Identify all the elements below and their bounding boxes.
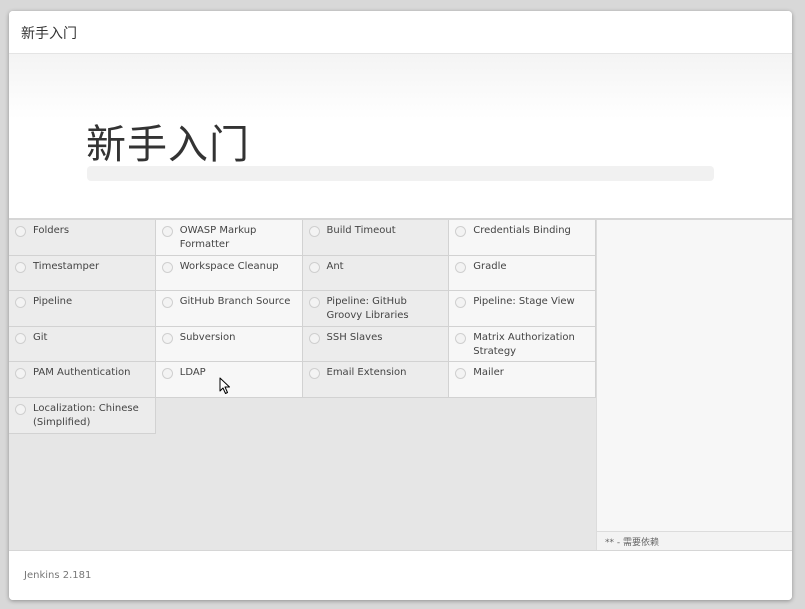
dependency-legend: ** - 需要依赖 (597, 531, 792, 550)
plugin-item[interactable]: Mailer (449, 362, 596, 398)
hero-banner: 新手入门 (9, 54, 792, 220)
page-heading: 新手入门 (86, 122, 250, 168)
plugin-name: Pipeline: GitHub Groovy Libraries (326, 296, 409, 322)
dependency-note: ** - 需要依赖 (605, 538, 659, 548)
plugin-name: Folders (33, 225, 70, 236)
plugin-item[interactable]: GitHub Branch Source (155, 291, 303, 327)
install-log-panel[interactable]: ** - 需要依赖 (596, 220, 792, 550)
plugin-status-icon (15, 261, 26, 273)
plugin-item[interactable]: Ant (302, 255, 450, 292)
jenkins-version: Jenkins 2.181 (24, 570, 92, 581)
plugin-status-icon (455, 261, 467, 273)
plugin-status-icon (308, 226, 320, 237)
plugin-status-icon (308, 332, 320, 344)
plugin-list-area: Folders OWASP Markup Formatter Build Timeo… (9, 220, 596, 550)
plugin-item[interactable]: Subversion (155, 326, 303, 363)
footer: Jenkins 2.181 (9, 550, 792, 600)
plugin-install-content: Folders OWASP Markup Formatter Build Timeo… (9, 220, 792, 550)
plugin-item[interactable]: Pipeline (9, 291, 156, 327)
plugin-status-icon (455, 297, 467, 309)
plugin-status-icon (161, 332, 173, 344)
plugin-name: SSH Slaves (326, 331, 383, 343)
plugin-item[interactable]: Pipeline: Stage View (449, 291, 596, 327)
window-title: 新手入门 (21, 26, 77, 42)
plugin-status-icon (455, 226, 467, 237)
plugin-status-icon (308, 368, 320, 380)
plugin-item[interactable]: OWASP Markup Formatter (155, 220, 303, 256)
plugin-name: PAM Authentication (33, 367, 131, 379)
plugin-name: Pipeline (33, 296, 73, 308)
plugin-name: Build Timeout (326, 225, 396, 236)
plugin-name: Pipeline: Stage View (473, 296, 575, 308)
plugin-status-icon (161, 297, 173, 309)
plugin-name: Subversion (179, 331, 236, 343)
plugin-status-icon (15, 332, 26, 344)
plugin-status-icon (308, 261, 320, 273)
plugin-name: Gradle (473, 260, 507, 272)
plugin-status-icon (308, 297, 320, 309)
setup-wizard-window: 新手入门 新手入门 Folders OWASP Markup Formatter B… (9, 11, 792, 600)
plugin-status-icon (161, 261, 173, 273)
plugin-name: Workspace Cleanup (179, 260, 279, 272)
plugin-name: Localization: Chinese (Simplified) (33, 403, 139, 428)
plugin-status-icon (15, 368, 26, 380)
plugin-name: LDAP (179, 367, 206, 379)
plugin-item[interactable]: SSH Slaves (302, 326, 450, 363)
plugin-item[interactable]: Git (9, 326, 156, 363)
plugin-name: Git (33, 331, 48, 343)
plugin-name: OWASP Markup Formatter (179, 225, 257, 250)
plugin-item[interactable]: Credentials Binding (449, 220, 596, 256)
plugin-item[interactable]: Localization: Chinese (Simplified) (9, 398, 156, 434)
plugin-name: Matrix Authorization Strategy (473, 331, 575, 357)
title-bar: 新手入门 (9, 11, 792, 54)
plugin-item[interactable]: Build Timeout (302, 220, 450, 256)
plugin-status-icon (455, 332, 467, 344)
plugin-item[interactable]: Gradle (449, 255, 596, 292)
plugin-status-icon (15, 404, 26, 415)
plugin-status-icon (455, 368, 467, 380)
plugin-item[interactable]: Pipeline: GitHub Groovy Libraries (302, 291, 450, 327)
plugin-name: Timestamper (33, 260, 100, 272)
plugin-item[interactable]: Workspace Cleanup (155, 255, 303, 292)
plugin-item[interactable]: Email Extension (302, 362, 450, 398)
mouse-cursor-icon (219, 377, 230, 394)
plugin-status-icon (15, 226, 26, 237)
plugin-name: Mailer (473, 367, 504, 379)
plugin-item[interactable]: Folders (9, 220, 156, 256)
plugin-status-icon (161, 368, 173, 380)
plugin-item[interactable]: Timestamper (9, 255, 156, 292)
plugin-name: Credentials Binding (473, 225, 571, 236)
install-progress-bar (87, 166, 714, 181)
plugin-name: Ant (326, 260, 344, 272)
plugin-name: Email Extension (326, 367, 407, 379)
plugin-name: GitHub Branch Source (179, 296, 291, 308)
plugin-item[interactable]: Matrix Authorization Strategy (449, 326, 596, 363)
plugin-status-icon (15, 297, 26, 309)
plugin-item[interactable]: PAM Authentication (9, 362, 156, 398)
plugin-status-icon (161, 226, 173, 237)
